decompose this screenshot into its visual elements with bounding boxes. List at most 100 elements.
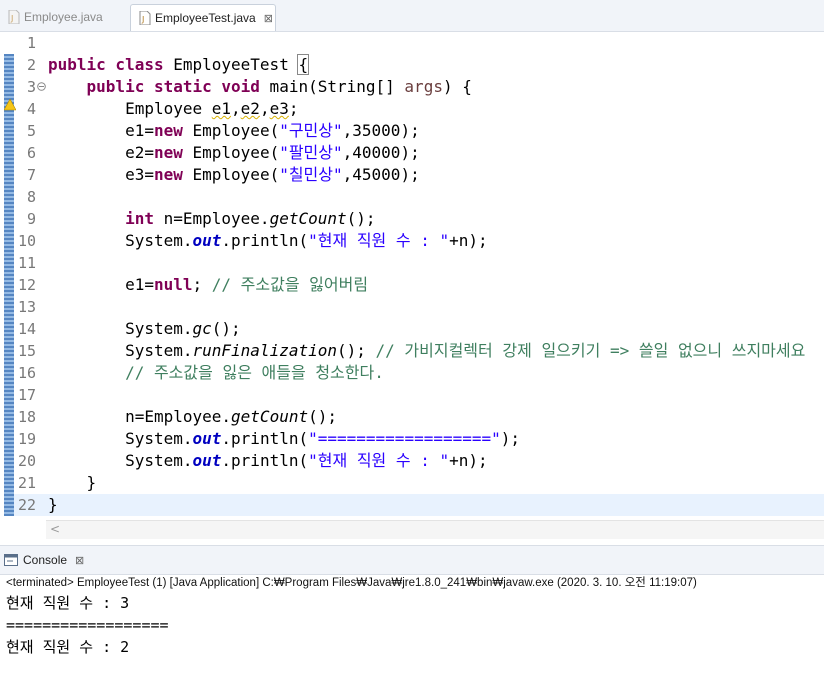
- code-line: Employee e1,e2,e3;: [48, 98, 805, 120]
- line-number: 22: [17, 496, 36, 514]
- code-content: public class EmployeeTest { public stati…: [48, 32, 805, 516]
- code-line: e2=new Employee("팔민상",40000);: [48, 142, 805, 164]
- line-number: 17: [17, 386, 36, 404]
- code-text: ();: [308, 407, 337, 426]
- console-tab-label: Console: [23, 553, 68, 567]
- java-file-icon: J: [8, 10, 20, 24]
- line-number: 18: [17, 408, 36, 426]
- static-method: runFinalization: [192, 341, 338, 360]
- keyword: new: [153, 121, 183, 140]
- code-text: Employee(: [182, 121, 280, 140]
- static-field: out: [192, 429, 222, 448]
- line-number: 10: [17, 232, 36, 250]
- scroll-left-arrow-icon[interactable]: <: [50, 522, 60, 536]
- code-text: e3=: [125, 165, 154, 184]
- line-number: 1: [26, 34, 36, 52]
- closing-brace: }: [86, 473, 97, 492]
- code-editor[interactable]: 1 2 3 4 5 6 7 8 9 10 11 12 13 14 15 16 1…: [0, 32, 824, 520]
- console-output-line: ==================: [6, 616, 169, 634]
- line-number: 13: [17, 298, 36, 316]
- horizontal-scrollbar[interactable]: <: [46, 520, 824, 539]
- code-line: n=Employee.getCount();: [48, 406, 805, 428]
- line-number: 15: [17, 342, 36, 360]
- class-name: EmployeeTest: [163, 55, 299, 74]
- code-text: ,40000);: [342, 143, 420, 162]
- line-number: 21: [17, 474, 36, 492]
- unused-variable: e2: [240, 99, 260, 118]
- tab-employeetest-java[interactable]: J EmployeeTest.java ⊠: [130, 4, 276, 31]
- line-number: 4: [26, 100, 36, 118]
- line-number: 19: [17, 430, 36, 448]
- code-text: System.: [125, 319, 193, 338]
- code-text: System.: [125, 341, 193, 360]
- fold-collapse-icon[interactable]: [37, 82, 46, 91]
- code-text: .println(: [221, 429, 309, 448]
- static-field: out: [192, 231, 222, 250]
- string-literal: "현재 직원 수 : ": [308, 451, 450, 470]
- code-text: .println(: [221, 231, 309, 250]
- tab-console[interactable]: Console ⊠: [4, 550, 90, 570]
- code-text: ;: [192, 275, 212, 294]
- close-console-icon[interactable]: ⊠: [75, 554, 84, 567]
- line-number-gutter: 1 2 3 4 5 6 7 8 9 10 11 12 13 14 15 16 1…: [14, 32, 46, 516]
- static-method: gc: [192, 319, 212, 338]
- line-number: 8: [26, 188, 36, 206]
- line-number: 2: [26, 56, 36, 74]
- tab-label: Employee.java: [24, 10, 103, 24]
- keyword: new: [153, 165, 183, 184]
- line-number: 20: [17, 452, 36, 470]
- code-text: ();: [211, 319, 241, 338]
- unused-variable: e1: [211, 99, 232, 118]
- code-text: Employee(: [182, 165, 280, 184]
- matching-brace: {: [297, 54, 310, 75]
- code-text: Employee: [125, 99, 212, 118]
- code-text: .println(: [221, 451, 309, 470]
- code-text: +n);: [449, 231, 488, 250]
- console-tab-bar: Console ⊠: [0, 545, 824, 575]
- keyword: public static void: [86, 77, 260, 96]
- code-line: // 주소값을 잃은 애들을 청소한다.: [48, 362, 805, 384]
- comment: // 주소값을 잃은 애들을 청소한다.: [125, 363, 384, 382]
- code-text: ,35000);: [342, 121, 420, 140]
- code-line: System.out.println("현재 직원 수 : "+n);: [48, 230, 805, 252]
- code-text: main(String[]: [259, 77, 405, 96]
- code-line: }: [48, 472, 805, 494]
- line-number: 3: [26, 78, 36, 96]
- code-line: public static void main(String[] args) {: [48, 76, 805, 98]
- keyword: public class: [48, 55, 164, 74]
- code-text: n=Employee.: [125, 407, 232, 426]
- tab-employee-java[interactable]: J Employee.java: [0, 4, 118, 30]
- line-number: 7: [26, 166, 36, 184]
- comment: // 주소값을 잃어버림: [211, 275, 369, 294]
- code-line: }: [48, 494, 805, 516]
- code-text: System.: [125, 451, 193, 470]
- console-status: <terminated> EmployeeTest (1) [Java Appl…: [6, 577, 697, 589]
- code-text: ,: [231, 99, 241, 118]
- parameter: args: [404, 77, 443, 96]
- code-text: n=Employee.: [153, 209, 270, 228]
- line-number: 9: [26, 210, 36, 228]
- code-text: +n);: [449, 451, 488, 470]
- line-number: 14: [17, 320, 36, 338]
- keyword: new: [153, 143, 183, 162]
- code-text: ();: [346, 209, 376, 228]
- string-literal: "칠민상": [279, 165, 343, 184]
- line-number: 5: [26, 122, 36, 140]
- code-line: System.gc();: [48, 318, 805, 340]
- static-method: getCount: [269, 209, 347, 228]
- console-icon: [4, 554, 18, 566]
- svg-text:J: J: [141, 15, 144, 24]
- code-text: ,: [259, 99, 270, 118]
- code-text: );: [500, 429, 521, 448]
- string-literal: "팔민상": [279, 143, 343, 162]
- code-line: e1=new Employee("구민상",35000);: [48, 120, 805, 142]
- line-number: 12: [17, 276, 36, 294]
- closing-brace: }: [48, 495, 58, 514]
- code-text: e2=: [125, 143, 154, 162]
- close-tab-icon[interactable]: ⊠: [264, 12, 273, 25]
- editor-tab-bar: J Employee.java J EmployeeTest.java ⊠: [0, 0, 824, 32]
- code-text: e1=: [125, 275, 154, 294]
